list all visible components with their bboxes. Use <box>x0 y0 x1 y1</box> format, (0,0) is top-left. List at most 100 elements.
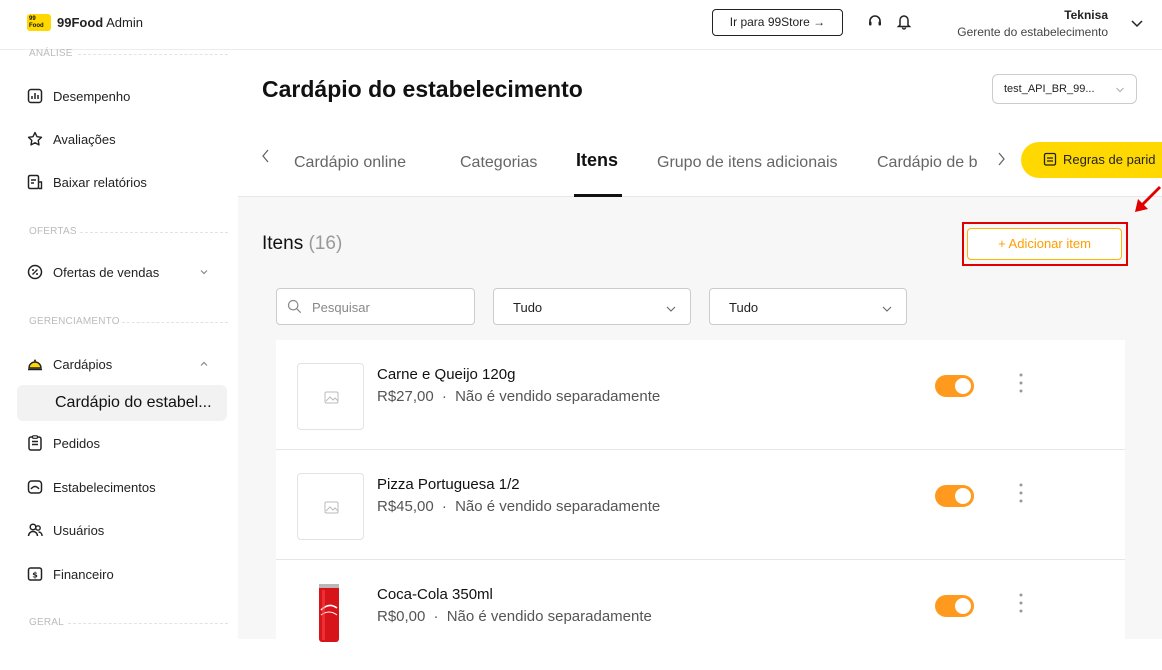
chevron-down-icon <box>1116 87 1124 93</box>
item-details: R$27,00 · Não é vendido separadamente <box>377 388 660 405</box>
section-label-gerenciamento: GERENCIAMENTO <box>29 316 120 327</box>
coca-cola-can-image <box>319 584 339 642</box>
item-separator: · <box>441 498 447 515</box>
sidebar-item-label: Ofertas de vendas <box>53 264 160 280</box>
item-name: Carne e Queijo 120g <box>377 366 516 383</box>
store-icon <box>27 480 43 494</box>
item-separator: · <box>441 388 447 405</box>
sidebar-item-usuarios[interactable]: Usuários <box>27 518 104 542</box>
sidebar-item-cardapio-do-estabelecimento[interactable]: Cardápio do estabel... <box>17 385 227 421</box>
tab-cardapio-online[interactable]: Cardápio online <box>294 154 406 172</box>
sidebar-item-cardapios[interactable]: Cardápios <box>27 352 112 376</box>
item-note: Não é vendido separadamente <box>446 608 652 625</box>
item-availability-toggle[interactable] <box>935 375 974 397</box>
active-tab-indicator <box>574 194 622 197</box>
logo-suffix: Admin <box>103 15 143 30</box>
item-availability-toggle[interactable] <box>935 485 974 507</box>
chevron-down-icon[interactable] <box>197 265 211 279</box>
svg-text:$: $ <box>32 571 38 580</box>
divider <box>80 232 228 233</box>
divider <box>78 54 228 55</box>
tab-itens[interactable]: Itens <box>576 150 618 171</box>
tab-cardapio-de-b[interactable]: Cardápio de b <box>877 154 978 172</box>
sidebar-item-avaliacoes[interactable]: Avaliações <box>27 127 116 151</box>
app-logo[interactable]: 99Food Admin <box>57 15 143 30</box>
sidebar-item-label: Baixar relatórios <box>53 174 147 190</box>
sidebar-item-label: Desempenho <box>53 88 131 104</box>
more-options-icon[interactable] <box>1018 371 1024 395</box>
add-item-button[interactable]: + Adicionar item <box>967 228 1122 260</box>
item-price: R$45,00 <box>377 498 434 515</box>
items-count: (16) <box>308 233 343 254</box>
sidebar-item-financeiro[interactable]: $ Financeiro <box>27 562 114 586</box>
items-list: Carne e Queijo 120g R$27,00 · Não é vend… <box>276 340 1125 642</box>
regras-de-paridade-button[interactable]: Regras de parid <box>1021 142 1162 178</box>
items-section-title: Itens (16) <box>262 233 342 255</box>
more-options-icon[interactable] <box>1018 481 1024 505</box>
tab-categorias[interactable]: Categorias <box>460 154 537 172</box>
store-select-value: test_API_BR_99... <box>1004 83 1095 95</box>
chart-icon <box>27 88 43 104</box>
section-label-geral: GERAL <box>29 617 64 628</box>
tabs-next-icon[interactable] <box>995 151 1007 167</box>
sidebar-item-baixar-relatorios[interactable]: Baixar relatórios <box>27 170 147 194</box>
filter-1-value: Tudo <box>513 300 543 315</box>
divider <box>122 322 228 323</box>
sidebar: ANÁLISE Desempenho Avaliações Baixar rel… <box>0 48 238 639</box>
item-name: Pizza Portuguesa 1/2 <box>377 476 520 493</box>
item-price: R$27,00 <box>377 388 434 405</box>
store-select[interactable]: test_API_BR_99... <box>992 74 1137 104</box>
list-item[interactable]: Coca-Cola 350ml R$0,00 · Não é vendido s… <box>276 560 1125 670</box>
logo-badge: 99 Food <box>27 14 51 31</box>
download-report-icon <box>27 174 43 190</box>
filter-select-2[interactable]: Tudo <box>709 288 907 325</box>
user-name[interactable]: Teknisa <box>1064 8 1108 22</box>
top-bar: 99 Food 99Food Admin Ir para 99Store → T… <box>0 0 1162 50</box>
item-image-placeholder <box>297 363 364 430</box>
users-icon <box>27 523 43 537</box>
offer-icon <box>27 264 43 280</box>
items-title-label: Itens <box>262 233 304 254</box>
tab-grupo-de-itens-adicionais[interactable]: Grupo de itens adicionais <box>657 154 838 172</box>
support-headset-icon[interactable] <box>866 12 884 30</box>
search-input[interactable]: Pesquisar <box>276 288 475 325</box>
sidebar-item-label: Usuários <box>53 522 105 538</box>
image-placeholder-icon <box>324 501 339 514</box>
chevron-up-icon[interactable] <box>197 357 211 371</box>
item-note: Não é vendido separadamente <box>455 498 661 515</box>
bell-icon[interactable] <box>895 12 913 30</box>
search-placeholder: Pesquisar <box>312 300 370 315</box>
chevron-down-icon <box>666 306 676 312</box>
sidebar-item-label: Estabelecimentos <box>53 479 156 495</box>
sidebar-item-pedidos[interactable]: Pedidos <box>27 431 100 455</box>
clipboard-icon <box>1043 152 1057 166</box>
more-options-icon[interactable] <box>1018 591 1024 615</box>
logo-brand: 99Food <box>57 15 104 30</box>
divider <box>68 623 228 624</box>
chevron-down-icon <box>882 306 892 312</box>
clipboard-icon <box>28 435 42 451</box>
page-title: Cardápio do estabelecimento <box>262 76 583 102</box>
sidebar-item-desempenho[interactable]: Desempenho <box>27 84 130 108</box>
sidebar-item-ofertas-de-vendas[interactable]: Ofertas de vendas <box>27 260 159 284</box>
search-icon <box>287 299 302 314</box>
red-pointer-arrow-icon <box>1135 186 1161 212</box>
sidebar-item-estabelecimentos[interactable]: Estabelecimentos <box>27 475 156 499</box>
item-availability-toggle[interactable] <box>935 595 974 617</box>
chevron-down-icon[interactable] <box>1128 14 1146 32</box>
section-label-analise: ANÁLISE <box>29 48 73 59</box>
go-to-99store-button[interactable]: Ir para 99Store → <box>712 9 843 36</box>
sidebar-item-label: Pedidos <box>53 435 100 451</box>
sidebar-item-label: Cardápios <box>53 356 113 372</box>
item-image-placeholder <box>297 473 364 540</box>
image-placeholder-icon <box>324 391 339 404</box>
item-details: R$45,00 · Não é vendido separadamente <box>377 498 660 515</box>
list-item[interactable]: Carne e Queijo 120g R$27,00 · Não é vend… <box>276 340 1125 450</box>
filter-2-value: Tudo <box>729 300 759 315</box>
sidebar-item-label: Avaliações <box>53 131 116 147</box>
section-label-ofertas: OFERTAS <box>29 226 77 237</box>
filter-select-1[interactable]: Tudo <box>493 288 691 325</box>
tabs-prev-icon[interactable] <box>260 148 272 164</box>
rules-button-label: Regras de parid <box>1063 152 1156 167</box>
list-item[interactable]: Pizza Portuguesa 1/2 R$45,00 · Não é ven… <box>276 450 1125 560</box>
